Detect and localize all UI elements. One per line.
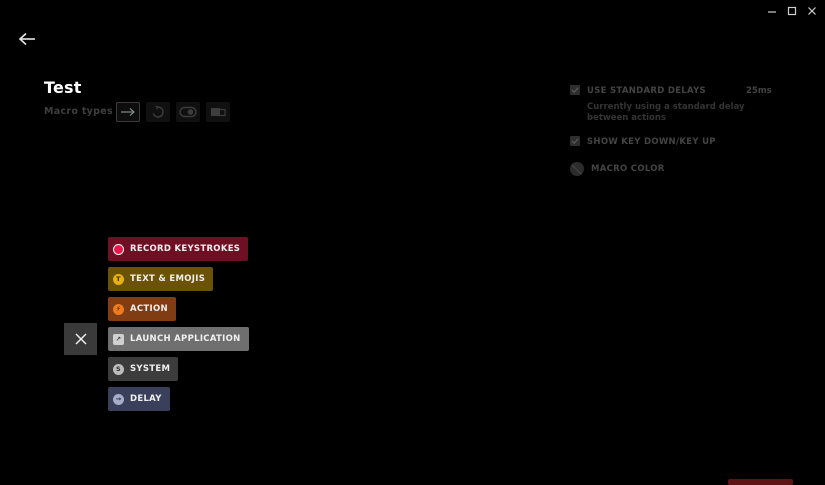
maximize-button[interactable] (782, 4, 802, 18)
close-add-menu-button[interactable] (64, 323, 97, 355)
macro-type-simple-button[interactable] (116, 102, 140, 122)
repeat-icon (152, 105, 164, 118)
action-button[interactable]: ⚡ ACTION (108, 297, 176, 321)
close-icon (74, 333, 87, 345)
standard-delay-description: Currently using a standard delay between… (587, 102, 745, 123)
system-icon: S (113, 363, 124, 375)
menu-item-label: ACTION (130, 304, 168, 314)
minimize-button[interactable] (762, 4, 782, 18)
launch-application-button[interactable]: ↗ LAUNCH APPLICATION (108, 327, 249, 351)
lightning-icon: ⚡ (113, 303, 124, 315)
checkmark-icon (571, 138, 579, 145)
macro-color-swatch[interactable] (570, 162, 584, 176)
macro-type-repeat-button[interactable] (146, 102, 170, 122)
clock-icon: → (113, 393, 124, 405)
back-arrow-icon (18, 32, 35, 46)
show-key-down-up-label: SHOW KEY DOWN/KEY UP (587, 137, 716, 147)
show-key-down-up-checkbox[interactable] (570, 136, 580, 146)
text-icon: T (113, 273, 124, 285)
menu-item-label: SYSTEM (130, 364, 171, 374)
system-button[interactable]: S SYSTEM (108, 357, 179, 381)
close-window-button[interactable] (802, 4, 822, 18)
menu-item-label: DELAY (130, 394, 162, 404)
text-emojis-button[interactable]: T TEXT & EMOJIS (108, 267, 214, 291)
use-standard-delays-label: USE STANDARD DELAYS (587, 86, 706, 96)
no-color-icon (571, 164, 583, 176)
sequence-icon (211, 108, 226, 117)
delay-button[interactable]: → DELAY (108, 387, 170, 411)
back-button[interactable] (15, 28, 39, 50)
arrow-right-icon (121, 108, 135, 116)
menu-item-label: RECORD KEYSTROKES (130, 244, 241, 254)
menu-item-label: LAUNCH APPLICATION (130, 334, 241, 344)
minimize-icon (768, 11, 776, 13)
checkmark-icon (571, 87, 579, 94)
maximize-icon (787, 6, 797, 16)
close-window-icon (808, 7, 816, 15)
macro-type-toggle-button[interactable] (176, 102, 200, 122)
toggle-icon (179, 106, 197, 118)
save-button[interactable] (728, 479, 793, 485)
record-keystrokes-button[interactable]: RECORD KEYSTROKES (108, 237, 249, 261)
standard-delay-value[interactable]: 25ms (746, 86, 772, 96)
launch-icon: ↗ (113, 333, 124, 345)
menu-item-label: TEXT & EMOJIS (130, 274, 206, 284)
page-title: Test (44, 78, 82, 97)
macro-types-label: Macro types (44, 106, 113, 117)
macro-color-label: MACRO COLOR (591, 164, 665, 174)
macro-type-sequence-button[interactable] (206, 102, 230, 122)
use-standard-delays-checkbox[interactable] (570, 85, 580, 95)
record-icon (113, 243, 124, 255)
